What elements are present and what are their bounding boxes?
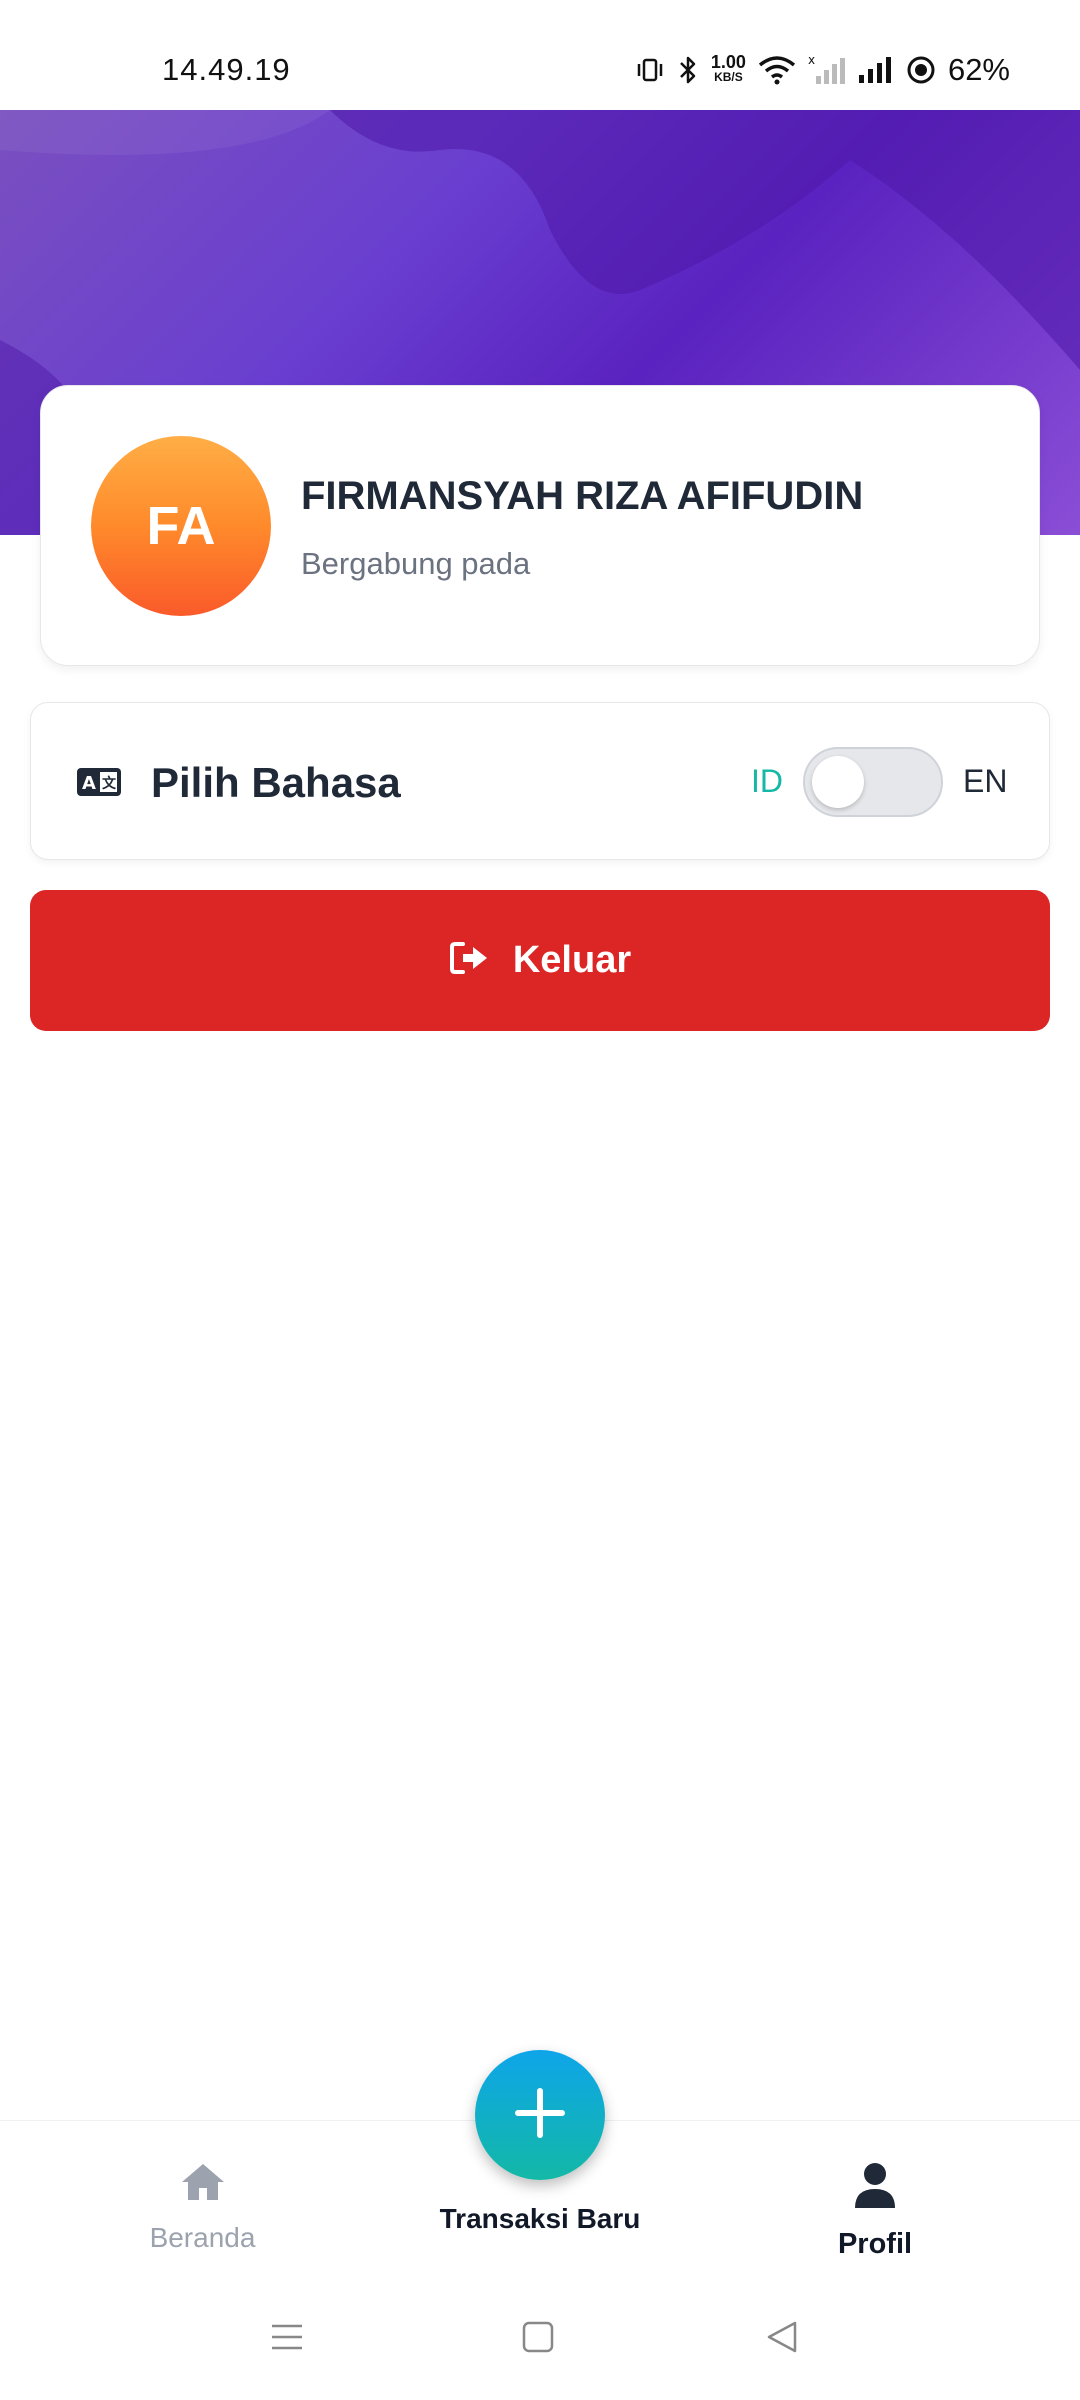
signal-icon bbox=[858, 55, 894, 85]
status-bar: 14.49.19 1.00 KB/S x 62% bbox=[0, 0, 1080, 110]
system-navigation-bar bbox=[0, 2290, 1080, 2400]
back-icon[interactable] bbox=[765, 2320, 799, 2359]
logout-label: Keluar bbox=[512, 939, 632, 981]
network-speed-value: 1.00 bbox=[710, 52, 746, 72]
logout-button[interactable]: Keluar bbox=[30, 890, 1050, 1031]
toggle-knob[interactable] bbox=[812, 756, 864, 808]
avatar-initials: FA bbox=[146, 496, 216, 556]
home-square-icon[interactable] bbox=[521, 2320, 555, 2359]
status-time: 14.49.19 bbox=[162, 52, 291, 87]
user-icon bbox=[852, 2161, 898, 2214]
profile-name: FIRMANSYAH RIZA AFIFUDIN bbox=[301, 474, 864, 518]
profile-joined-label: Bergabung pada bbox=[301, 546, 531, 581]
battery-icon bbox=[906, 55, 936, 85]
logout-icon bbox=[449, 940, 491, 981]
wifi-icon bbox=[758, 55, 796, 85]
status-icons: 1.00 KB/S x 62% bbox=[635, 50, 1010, 90]
nav-home-label: Beranda bbox=[149, 2222, 256, 2253]
language-toggle[interactable] bbox=[803, 747, 943, 817]
nav-home[interactable]: Beranda bbox=[130, 2161, 275, 2254]
translate-icon: A文 bbox=[76, 765, 122, 804]
svg-text:文: 文 bbox=[102, 775, 117, 792]
menu-icon[interactable] bbox=[270, 2320, 304, 2359]
vibrate-icon bbox=[635, 55, 665, 85]
network-speed-unit: KB/S bbox=[714, 70, 743, 84]
home-icon bbox=[179, 2161, 227, 2208]
plus-icon bbox=[514, 2087, 566, 2144]
avatar: FA bbox=[91, 436, 271, 616]
language-label: Pilih Bahasa bbox=[151, 759, 401, 806]
language-option-id[interactable]: ID bbox=[751, 763, 783, 800]
battery-percentage: 62% bbox=[947, 52, 1010, 87]
svg-text:x: x bbox=[808, 54, 815, 67]
profile-card: FA FIRMANSYAH RIZA AFIFUDIN Bergabung pa… bbox=[40, 385, 1040, 666]
new-transaction-label[interactable]: Transaksi Baru bbox=[380, 2203, 700, 2235]
language-option-en[interactable]: EN bbox=[963, 763, 1007, 800]
svg-text:A: A bbox=[82, 773, 96, 794]
language-card: A文 Pilih Bahasa ID EN bbox=[30, 702, 1050, 860]
bluetooth-icon bbox=[677, 54, 699, 86]
new-transaction-button[interactable] bbox=[475, 2050, 605, 2180]
network-speed: 1.00 KB/S bbox=[710, 52, 746, 85]
nav-profile-label: Profil bbox=[837, 2228, 913, 2260]
signal-off-icon: x bbox=[808, 54, 846, 86]
nav-profile[interactable]: Profil bbox=[800, 2161, 950, 2261]
